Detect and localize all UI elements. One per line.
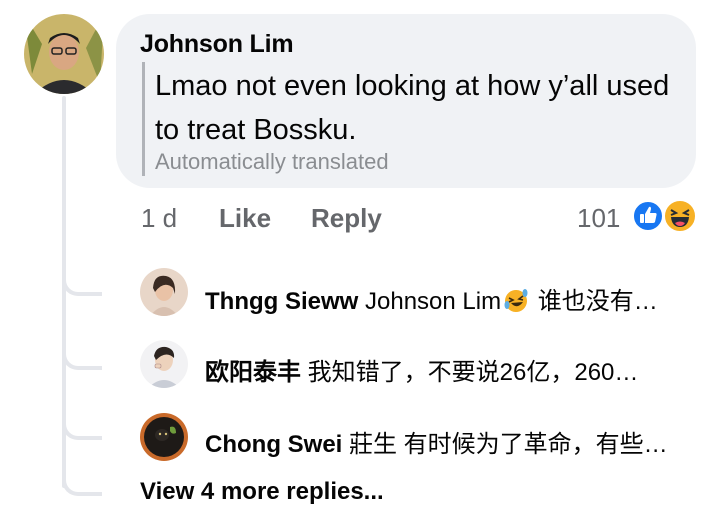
reply-author[interactable]: Chong Swei	[205, 431, 342, 458]
translation-quote-bar	[142, 62, 145, 176]
reply-button[interactable]: Reply	[311, 203, 382, 234]
reply-3[interactable]: Chong Swei 莊生 有时候为了革命，有些…	[205, 424, 705, 459]
reply-avatar-3[interactable]	[140, 413, 188, 461]
reply-2[interactable]: 欧阳泰丰 我知错了，不要说26亿，260…	[205, 352, 705, 387]
thread-branch-4	[62, 470, 102, 496]
reaction-count[interactable]: 101	[577, 203, 620, 234]
thread-branch-2	[62, 344, 102, 370]
laughing-crying-icon	[503, 288, 529, 314]
translated-note[interactable]: Automatically translated	[155, 149, 389, 175]
thread-branch-3	[62, 414, 102, 440]
comment-text: Lmao not even looking at how y’all used …	[155, 70, 670, 146]
haha-icon[interactable]	[663, 199, 697, 233]
like-icon[interactable]	[632, 200, 664, 232]
reply-author[interactable]: 欧阳泰丰	[205, 359, 301, 386]
thread-branch-1	[62, 270, 102, 296]
reply-avatar-2[interactable]	[140, 340, 188, 388]
reply-1[interactable]: Thngg Sieww Johnson Lim 谁也没有…	[205, 281, 705, 316]
comment-time[interactable]: 1 d	[141, 203, 177, 234]
avatar[interactable]	[24, 14, 104, 94]
reply-author[interactable]: Thngg Sieww	[205, 288, 358, 315]
view-more-replies-link[interactable]: View 4 more replies...	[140, 478, 384, 506]
reply-mention[interactable]: Johnson Lim	[365, 288, 501, 315]
reply-text: 我知错了，不要说26亿，260…	[307, 359, 639, 386]
comment-author[interactable]: Johnson Lim	[140, 30, 294, 59]
reply-text: 莊生 有时候为了革命，有些…	[349, 431, 668, 458]
reply-avatar-1[interactable]	[140, 268, 188, 316]
like-button[interactable]: Like	[219, 203, 271, 234]
reply-text: 谁也没有…	[537, 288, 658, 315]
